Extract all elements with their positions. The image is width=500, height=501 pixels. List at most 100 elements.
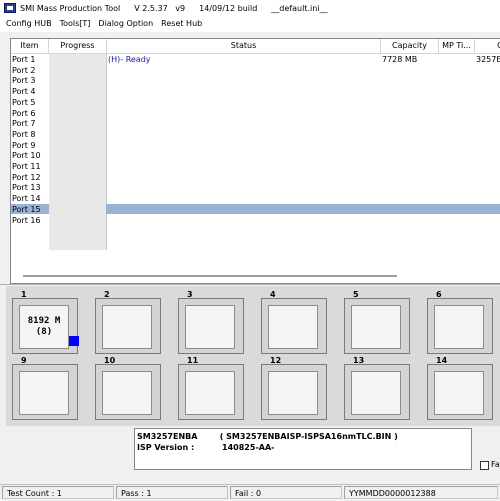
row-chip-cell [475,215,500,226]
window-title: SMI Mass Production Tool [20,3,121,13]
port-slot[interactable]: 8192 M (8) [12,298,79,354]
row-mp-time-cell [439,108,475,119]
row-status-cell [107,108,381,119]
table-row[interactable]: Port 6 [11,108,500,119]
table-row[interactable]: Port 3 [11,75,500,86]
column-header-mp-time[interactable]: MP Ti... [439,39,475,53]
table-row[interactable]: Port 10 [11,150,500,161]
row-chip-cell [475,161,500,172]
row-capacity-cell [381,161,439,172]
slot-panel: 1 8192 M (8) 2 3 4 5 6 9 10 11 12 13 14 [6,286,500,426]
row-capacity-cell [381,215,439,226]
row-mp-time-cell [439,75,475,86]
table-row[interactable]: Port 2 [11,65,500,76]
info-line-chip: SM3257ENBA ( SM3257ENBAISP-ISPSA16nmTLC.… [137,432,398,441]
port-slot[interactable] [178,364,244,420]
table-row[interactable]: Port 1 (H)- Ready 7728 MB 3257E [11,54,500,65]
row-item-cell: Port 10 [12,151,41,161]
port-slot[interactable] [95,298,161,354]
table-row[interactable]: Port 5 [11,97,500,108]
table-row[interactable]: Port 11 [11,161,500,172]
port-slot[interactable] [12,364,78,420]
column-header-capacity[interactable]: Capacity [381,39,439,53]
table-row[interactable]: Port 13 [11,182,500,193]
window-build: 14/09/12 build [199,3,258,13]
row-status-cell [107,172,381,183]
row-status-cell [107,215,381,226]
port-slot[interactable] [344,298,410,354]
port-slot-display [185,371,235,415]
status-serial: YYMMDD0000012388 [344,486,498,499]
port-slot[interactable] [261,364,327,420]
menu-dialog-option[interactable]: Dialog Option [94,16,157,32]
divider [0,284,500,285]
table-row[interactable]: Port 15 [11,203,500,215]
row-item-cell: Port 11 [12,162,41,171]
menu-tools[interactable]: Tools[T] [56,16,95,32]
column-header-chip[interactable]: Ch [475,39,500,53]
slot-status-indicator [69,336,79,346]
column-header-item[interactable]: Item [11,39,49,53]
column-header-status[interactable]: Status [107,39,381,53]
port-slot[interactable] [95,364,161,420]
port-slot[interactable] [344,364,410,420]
row-mp-time-cell [439,140,475,151]
option-checkbox[interactable] [480,461,489,470]
status-bar: Test Count : 1 Pass : 1 Fail : 0 YYMMDD0… [0,484,500,501]
row-item-cell: Port 13 [12,183,41,193]
row-capacity-cell [381,129,439,140]
menu-config-hub[interactable]: Config HUB [0,16,56,32]
table-row[interactable]: Port 14 [11,193,500,204]
row-mp-time-cell [439,204,475,215]
row-status-cell [107,75,381,86]
port-slot[interactable] [178,298,244,354]
row-capacity-cell [381,75,439,86]
info-box: SM3257ENBA ( SM3257ENBAISP-ISPSA16nmTLC.… [134,428,472,470]
port-slot-display [102,371,152,415]
column-header-progress[interactable]: Progress [49,39,107,53]
table-row[interactable]: Port 9 [11,140,500,151]
info-line-isp: ISP Version : 140825-AA- [137,443,275,452]
row-chip-cell [475,150,500,161]
row-capacity-cell [381,193,439,204]
port-slot[interactable] [427,364,493,420]
row-chip-cell [475,86,500,97]
row-capacity-cell [381,204,439,215]
table-row[interactable]: Port 16 [11,215,500,226]
row-chip-cell [475,97,500,108]
window-ini: __default.ini__ [271,3,328,13]
row-mp-time-cell [439,54,475,65]
row-mp-time-cell [439,172,475,183]
row-capacity-cell [381,118,439,129]
port-list[interactable]: Item Progress Status Capacity MP Ti... C… [10,38,500,284]
title-bar: SMI Mass Production Tool V 2.5.37 v9 14/… [0,0,500,16]
horizontal-scrollbar[interactable] [23,275,397,277]
row-chip-cell [475,75,500,86]
row-item-cell: Port 15 [11,203,49,215]
row-mp-time-cell [439,118,475,129]
port-slot[interactable] [427,298,493,354]
row-status-cell [107,161,381,172]
row-capacity-cell [381,86,439,97]
row-capacity-cell [381,182,439,193]
row-status-cell [107,182,381,193]
port-slot-display [351,305,401,349]
port-slot-display [268,371,318,415]
row-mp-time-cell [439,215,475,226]
port-slot-display [434,371,484,415]
window-version: V 2.5.37 v9 [134,3,186,13]
table-row[interactable]: Port 7 [11,118,500,129]
row-status-cell [107,150,381,161]
port-slot-display [268,305,318,349]
menu-reset-hub[interactable]: Reset Hub [157,16,206,32]
row-mp-time-cell [439,129,475,140]
row-chip-cell [475,193,500,204]
port-slot[interactable] [261,298,327,354]
port-slot-display: 8192 M (8) [19,305,69,349]
row-chip-cell [475,172,500,183]
table-row[interactable]: Port 4 [11,86,500,97]
table-row[interactable]: Port 8 [11,129,500,140]
table-row[interactable]: Port 12 [11,172,500,183]
row-capacity-cell [381,97,439,108]
row-chip-cell [475,108,500,119]
